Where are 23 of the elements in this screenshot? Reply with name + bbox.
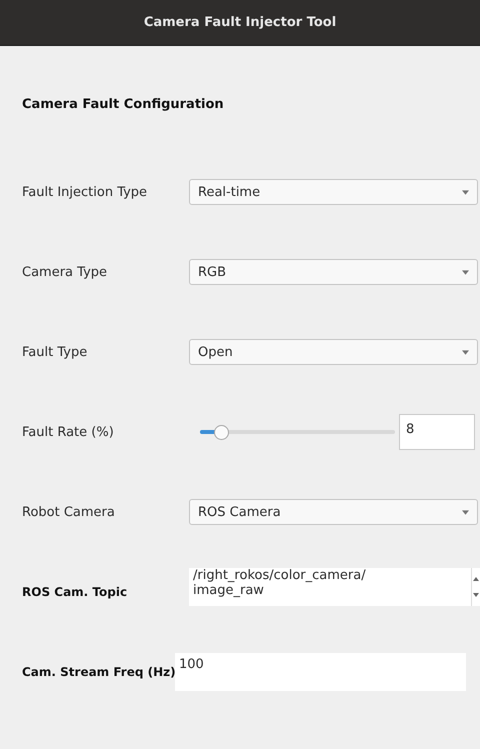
caret-icon — [462, 270, 469, 274]
dropdown[interactable]: RGB — [189, 259, 478, 285]
dropdown[interactable]: Open — [189, 339, 478, 365]
slider[interactable] — [200, 424, 395, 440]
field-label: Fault Type — [22, 344, 88, 360]
dropdown[interactable]: Real-time — [189, 179, 478, 205]
field-label: Fault Injection Type — [22, 184, 148, 200]
section-heading: Camera Fault Configuration — [22, 96, 225, 114]
dropdown[interactable]: ROS Camera — [189, 499, 478, 525]
field-label: Robot Camera — [22, 504, 116, 520]
number-field[interactable]: 8 — [399, 414, 475, 450]
spin-buttons[interactable] — [471, 568, 480, 606]
window-title: Camera Fault Injector Tool — [144, 15, 336, 30]
text-area[interactable]: /right_rokos/color_camera/ image_raw — [189, 568, 480, 606]
caret-icon — [462, 350, 469, 354]
field-label: ROS Cam. Topic — [22, 585, 128, 599]
field-label: Cam. Stream Freq (Hz) — [22, 665, 177, 679]
caret-icon — [462, 510, 469, 514]
slider-thumb[interactable] — [214, 424, 229, 440]
caret-icon — [462, 190, 469, 194]
text-field[interactable]: 100 — [175, 653, 466, 691]
field-label: Fault Rate (%) — [22, 424, 115, 440]
field-label: Camera Type — [22, 264, 108, 280]
